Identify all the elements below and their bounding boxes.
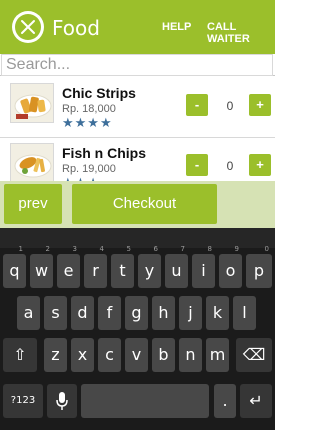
item-name: Fish n Chips (62, 145, 146, 161)
key-label: p (253, 261, 265, 280)
key-d[interactable]: d (71, 296, 94, 330)
key-label: w (34, 261, 49, 280)
period-key[interactable]: . (214, 384, 236, 418)
action-bar: prev Checkout (0, 181, 275, 228)
key-h[interactable]: h (152, 296, 175, 330)
key-hint: 5 (126, 245, 131, 253)
item-price: Rp. 19,000 (62, 163, 116, 175)
list-item[interactable]: Chic Strips Rp. 18,000 ★★★★ - 0 + (0, 77, 275, 139)
symbols-key[interactable]: ?123 (3, 384, 43, 418)
key-label: t (119, 261, 126, 280)
checkout-button[interactable]: Checkout (72, 184, 217, 224)
key-j[interactable]: j (179, 296, 202, 330)
key-hint: 9 (234, 245, 239, 253)
key-o[interactable]: 9o (219, 245, 242, 288)
help-button[interactable]: HELP (162, 21, 191, 33)
key-g[interactable]: g (125, 296, 148, 330)
key-hint: 0 (264, 245, 269, 253)
prev-button[interactable]: prev (4, 184, 62, 224)
key-label: u (171, 261, 182, 280)
microphone-icon[interactable] (47, 384, 77, 418)
key-label: e (63, 261, 74, 280)
quantity-value: 0 (226, 99, 234, 113)
increase-quantity-button[interactable]: + (249, 154, 271, 176)
list-item[interactable]: Fish n Chips Rp. 19,000 ★★★ - 0 + (0, 139, 275, 181)
soft-keyboard: 1q 2w 3e 4r 5t 6y 7u 8i 9o 0p a s d f g … (0, 228, 275, 430)
shift-key-icon[interactable]: ⇧ (3, 338, 37, 372)
key-i[interactable]: 8i (192, 245, 215, 288)
key-r[interactable]: 4r (84, 245, 107, 288)
key-a[interactable]: a (17, 296, 40, 330)
chic-strips-thumbnail (10, 83, 54, 123)
call-waiter-button[interactable]: CALL WAITER (207, 21, 275, 45)
search-bar (0, 54, 275, 76)
key-hint: 3 (72, 245, 77, 253)
enter-icon[interactable]: ↵ (240, 384, 272, 418)
key-b[interactable]: b (152, 338, 175, 372)
key-hint: 2 (45, 245, 50, 253)
item-name: Chic Strips (62, 85, 136, 101)
key-q[interactable]: 1q (3, 245, 26, 288)
key-m[interactable]: m (206, 338, 229, 372)
increase-quantity-button[interactable]: + (249, 94, 271, 116)
key-w[interactable]: 2w (30, 245, 53, 288)
key-l[interactable]: l (233, 296, 256, 330)
key-label: y (144, 261, 155, 280)
item-price: Rp. 18,000 (62, 103, 116, 115)
key-z[interactable]: z (44, 338, 67, 372)
key-v[interactable]: v (125, 338, 148, 372)
key-x[interactable]: x (71, 338, 94, 372)
list-divider (0, 137, 275, 138)
key-y[interactable]: 6y (138, 245, 161, 288)
app-title: Food (52, 16, 100, 40)
menu-list[interactable]: Chic Strips Rp. 18,000 ★★★★ - 0 + Fish n… (0, 77, 275, 181)
quantity-value: 0 (226, 159, 234, 173)
key-hint: 4 (99, 245, 104, 253)
key-k[interactable]: k (206, 296, 229, 330)
key-c[interactable]: c (98, 338, 121, 372)
key-p[interactable]: 0p (246, 245, 272, 288)
decrease-quantity-button[interactable]: - (186, 94, 208, 116)
food-logo-icon (12, 11, 44, 43)
key-t[interactable]: 5t (111, 245, 134, 288)
spacebar[interactable] (81, 384, 209, 418)
key-s[interactable]: s (44, 296, 67, 330)
key-label: r (92, 261, 99, 280)
app-header: Food HELP CALL WAITER (0, 0, 275, 54)
key-label: i (201, 261, 206, 280)
key-hint: 6 (153, 245, 158, 253)
key-n[interactable]: n (179, 338, 202, 372)
key-u[interactable]: 7u (165, 245, 188, 288)
key-f[interactable]: f (98, 296, 121, 330)
fish-n-chips-thumbnail (10, 143, 54, 181)
key-e[interactable]: 3e (57, 245, 80, 288)
key-hint: 7 (180, 245, 185, 253)
key-label: q (9, 261, 20, 280)
key-hint: 8 (207, 245, 212, 253)
item-rating-stars: ★★★★ (62, 115, 113, 130)
backspace-icon[interactable]: ⌫ (236, 338, 272, 372)
key-label: o (225, 261, 236, 280)
key-hint: 1 (18, 245, 23, 253)
decrease-quantity-button[interactable]: - (186, 154, 208, 176)
search-input[interactable] (1, 54, 273, 76)
